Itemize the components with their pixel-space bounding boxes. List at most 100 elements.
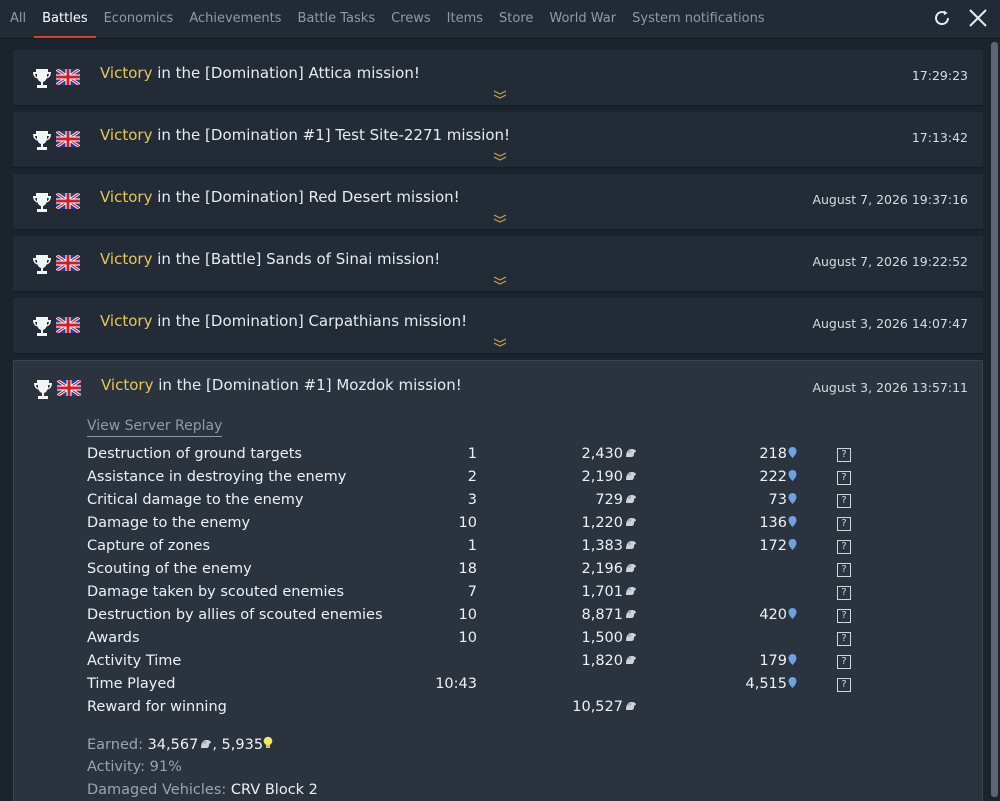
battle-row[interactable]: Victory in the [Domination] Red Desert m…	[13, 174, 983, 230]
refresh-icon[interactable]	[928, 4, 956, 32]
stat-sl-value: 729	[595, 491, 623, 508]
tab-economics[interactable]: Economics	[96, 0, 182, 38]
tab-system-notifications[interactable]: System notifications	[624, 0, 773, 38]
battle-row[interactable]: Victory in the [Domination #1] Test Site…	[13, 112, 983, 168]
battle-row[interactable]: Victory in the [Domination] Carpathians …	[13, 298, 983, 354]
research-point-icon	[788, 607, 797, 619]
stat-rp-value: 136	[759, 514, 787, 531]
chevron-down-icon[interactable]	[493, 338, 507, 347]
chevron-down-icon[interactable]	[493, 276, 507, 285]
chevron-down-icon[interactable]	[493, 90, 507, 99]
bulb-icon	[263, 736, 273, 748]
close-icon[interactable]	[964, 4, 992, 32]
stat-row: Scouting of the enemy 18 2,196?	[87, 557, 857, 580]
stat-help: ?	[797, 465, 857, 488]
tab-achievements[interactable]: Achievements	[181, 0, 289, 38]
stat-help: ?	[797, 649, 857, 672]
stat-label: Activity Time	[87, 652, 182, 669]
trophy-icon	[34, 380, 52, 399]
help-icon[interactable]: ?	[837, 540, 851, 554]
battle-timestamp: 17:29:23	[911, 68, 968, 83]
battle-row[interactable]: Victory in the [Domination] Attica missi…	[13, 50, 983, 106]
stat-silver-lions: 2,190	[477, 465, 637, 488]
stat-help: ?	[797, 580, 857, 603]
uk-flag-icon	[57, 380, 81, 396]
stat-silver-lions	[477, 672, 637, 695]
earned-summary: Earned: 34,567, 5,935	[87, 736, 273, 753]
stat-research-points: 73	[637, 488, 797, 511]
help-icon[interactable]: ?	[837, 494, 851, 508]
stat-sl-value: 2,196	[581, 560, 623, 577]
victory-label: Victory	[100, 188, 153, 206]
trophy-icon	[33, 69, 51, 88]
activity-label: Activity:	[87, 759, 146, 775]
research-point-icon	[788, 469, 797, 481]
victory-label: Victory	[100, 64, 153, 82]
help-icon[interactable]: ?	[837, 586, 851, 600]
stat-sl-value: 1,383	[581, 537, 623, 554]
stat-rp-value: 4,515	[745, 675, 787, 692]
stat-silver-lions: 1,383	[477, 534, 637, 557]
help-icon[interactable]: ?	[837, 471, 851, 485]
victory-label: Victory	[101, 376, 154, 394]
stat-rp-value: 73	[768, 491, 787, 508]
stat-count: 2	[467, 468, 477, 485]
research-point-icon	[788, 515, 797, 527]
trophy-icon	[33, 317, 51, 336]
mission-text: in the [Domination] Red Desert mission!	[152, 188, 460, 206]
stat-label: Destruction by allies of scouted enemies	[87, 606, 383, 623]
chevron-down-icon[interactable]	[493, 152, 507, 161]
stat-row: Destruction by allies of scouted enemies…	[87, 603, 857, 626]
stat-help: ?	[797, 511, 857, 534]
battle-title: Victory in the [Domination] Attica missi…	[100, 64, 420, 82]
view-server-replay-link[interactable]: View Server Replay	[87, 418, 223, 437]
help-icon[interactable]: ?	[837, 609, 851, 623]
tab-world-war[interactable]: World War	[541, 0, 624, 38]
stat-help: ?	[797, 557, 857, 580]
stat-row: Time Played 10:43 4,515?	[87, 672, 857, 695]
help-icon[interactable]: ?	[837, 563, 851, 577]
battle-log-list[interactable]: Victory in the [Domination] Attica missi…	[0, 38, 1000, 801]
stat-help	[797, 695, 857, 718]
tab-battle-tasks[interactable]: Battle Tasks	[289, 0, 383, 38]
stat-count: 10:43	[435, 675, 477, 692]
scrollbar[interactable]	[991, 42, 998, 797]
help-icon[interactable]: ?	[837, 655, 851, 669]
stat-research-points	[637, 557, 797, 580]
stat-sl-value: 1,220	[581, 514, 623, 531]
help-icon[interactable]: ?	[837, 632, 851, 646]
stat-label: Capture of zones	[87, 537, 210, 554]
stat-help: ?	[797, 626, 857, 649]
battle-title: Victory in the [Domination] Red Desert m…	[100, 188, 460, 206]
stat-research-points: 222	[637, 465, 797, 488]
help-icon[interactable]: ?	[837, 448, 851, 462]
silver-lion-icon	[626, 471, 636, 480]
tab-crews[interactable]: Crews	[383, 0, 439, 38]
stat-research-points	[637, 626, 797, 649]
battle-title: Victory in the [Battle] Sands of Sinai m…	[100, 250, 440, 268]
silver-lion-icon	[626, 448, 636, 457]
victory-label: Victory	[100, 312, 153, 330]
scrollbar-thumb[interactable]	[991, 42, 998, 797]
stat-row: Destruction of ground targets 1 2,430 218?	[87, 442, 857, 465]
research-point-icon	[788, 446, 797, 458]
chevron-down-icon[interactable]	[493, 214, 507, 223]
silver-lion-icon	[626, 609, 636, 618]
stat-research-points: 136	[637, 511, 797, 534]
help-icon[interactable]: ?	[837, 517, 851, 531]
stat-row: Awards 10 1,500?	[87, 626, 857, 649]
battle-row[interactable]: Victory in the [Battle] Sands of Sinai m…	[13, 236, 983, 292]
tab-all[interactable]: All	[2, 0, 34, 38]
tab-store[interactable]: Store	[491, 0, 541, 38]
stat-count: 10	[458, 514, 477, 531]
battle-title: Victory in the [Domination] Carpathians …	[100, 312, 467, 330]
mission-text: in the [Domination] Carpathians mission!	[152, 312, 468, 330]
stat-sl-value: 1,820	[581, 652, 623, 669]
tab-items[interactable]: Items	[439, 0, 491, 38]
tab-battles[interactable]: Battles	[34, 0, 97, 38]
help-icon[interactable]: ?	[837, 678, 851, 692]
stat-research-points	[637, 695, 797, 718]
stat-label: Awards	[87, 629, 140, 646]
stat-rp-value: 218	[759, 445, 787, 462]
silver-lion-icon	[201, 739, 212, 748]
